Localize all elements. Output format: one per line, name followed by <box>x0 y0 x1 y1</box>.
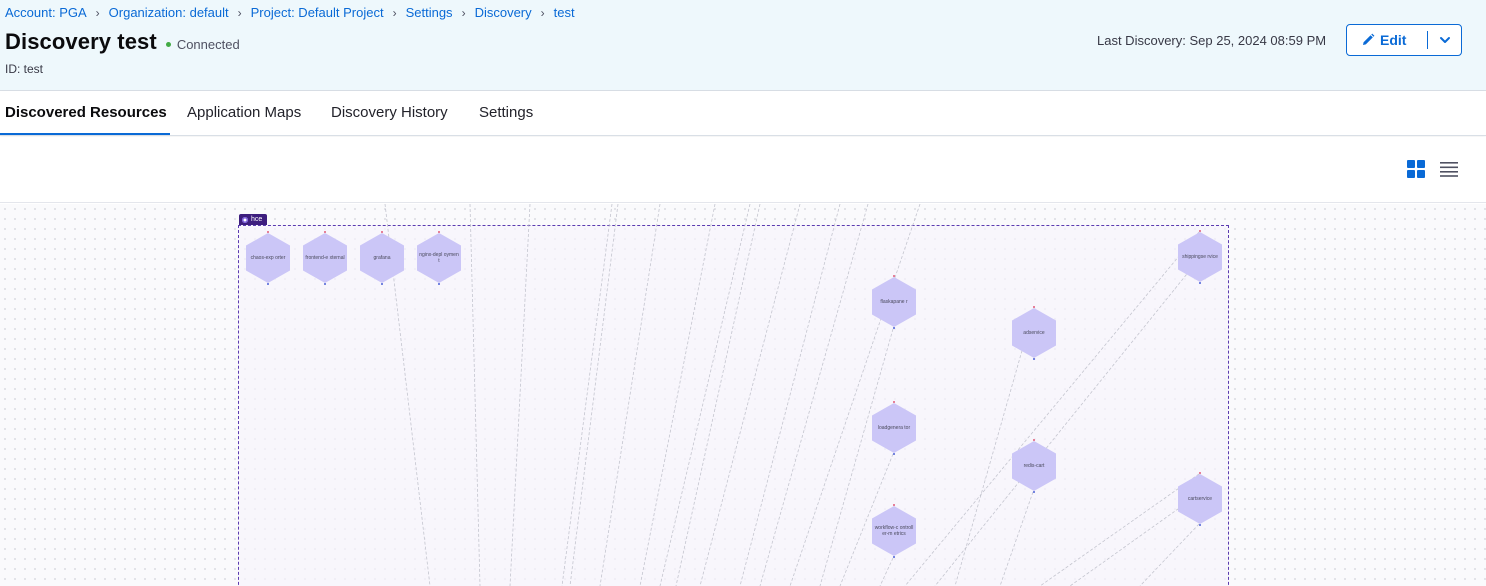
node-label: grafana <box>373 255 391 261</box>
node-port <box>1199 230 1201 232</box>
service-node[interactable]: loadgenera tor <box>872 401 916 455</box>
chevron-right-icon: › <box>392 5 397 20</box>
list-view-icon <box>1440 162 1458 177</box>
chevron-right-icon: › <box>540 5 545 20</box>
page-title: Discovery test <box>5 29 157 54</box>
node-port <box>1199 282 1201 284</box>
title-row: Discovery test Connected <box>5 29 240 55</box>
node-port <box>1199 524 1201 526</box>
node-label: redis-cart <box>1023 463 1045 469</box>
breadcrumb: Account: PGA › Organization: default › P… <box>5 5 575 20</box>
breadcrumb-settings[interactable]: Settings <box>406 5 453 20</box>
node-label: flaskapane r <box>880 299 908 305</box>
service-node[interactable]: frontend-e xternal <box>303 231 347 285</box>
node-port <box>438 283 440 285</box>
pencil-icon <box>1363 33 1375 45</box>
node-label: loadgenera tor <box>877 425 911 431</box>
tab-bar: Discovered Resources Application Maps Di… <box>0 91 1486 136</box>
node-port <box>438 231 440 233</box>
node-port <box>381 283 383 285</box>
node-port <box>893 556 895 558</box>
chevron-right-icon: › <box>461 5 466 20</box>
service-node[interactable]: shippingse rvice <box>1178 230 1222 284</box>
chevron-right-icon: › <box>237 5 242 20</box>
edit-label: Edit <box>1380 32 1407 48</box>
node-label: adservice <box>1023 330 1045 336</box>
service-node[interactable]: flaskapane r <box>872 275 916 329</box>
tab-application-maps[interactable]: Application Maps <box>187 91 301 136</box>
status-text: Connected <box>176 37 240 52</box>
status-badge: Connected <box>165 37 240 52</box>
node-label: frontend-e xternal <box>305 255 345 261</box>
service-node[interactable]: cartservice <box>1178 472 1222 526</box>
grid-view-button[interactable] <box>1407 160 1427 180</box>
tab-discovery-history[interactable]: Discovery History <box>331 91 448 136</box>
service-node[interactable]: grafana <box>360 231 404 285</box>
service-node[interactable]: workflow-c ontroller-m etrics <box>872 504 916 558</box>
breadcrumb-test[interactable]: test <box>554 5 575 20</box>
graph-edges <box>384 204 1200 586</box>
status-dot-icon <box>165 42 171 47</box>
node-port <box>893 453 895 455</box>
node-port <box>1033 491 1035 493</box>
service-node[interactable]: adservice <box>1012 306 1056 360</box>
breadcrumb-discovery[interactable]: Discovery <box>475 5 532 20</box>
node-port <box>1199 472 1201 474</box>
page-header: Account: PGA › Organization: default › P… <box>0 0 1486 91</box>
node-port <box>893 504 895 506</box>
grid-view-icon <box>1407 160 1425 178</box>
chevron-right-icon: › <box>95 5 100 20</box>
node-port <box>893 275 895 277</box>
node-label: shippingse rvice <box>1182 254 1218 260</box>
node-label: cartservice <box>1187 496 1213 502</box>
node-port <box>267 231 269 233</box>
node-port <box>893 327 895 329</box>
resource-graph-canvas[interactable]: hce chaos-exp orter frontend-e xternal g… <box>0 204 1486 586</box>
node-port <box>381 231 383 233</box>
node-port <box>267 283 269 285</box>
breadcrumb-account[interactable]: Account: PGA <box>5 5 87 20</box>
service-node[interactable]: nginx-depl oyment <box>417 231 461 285</box>
node-port <box>1033 358 1035 360</box>
chevron-down-icon <box>1439 37 1450 43</box>
node-port <box>1033 306 1035 308</box>
service-node[interactable]: chaos-exp orter <box>246 231 290 285</box>
discovery-id: ID: test <box>5 62 44 76</box>
edit-button[interactable]: Edit <box>1347 25 1427 55</box>
view-toolbar <box>0 137 1486 203</box>
edit-split-button: Edit <box>1346 24 1462 56</box>
active-tab-indicator <box>0 133 170 135</box>
edit-dropdown-button[interactable] <box>1428 25 1461 55</box>
breadcrumb-organization[interactable]: Organization: default <box>109 5 229 20</box>
node-label: workflow-c ontroller-m etrics <box>874 525 914 537</box>
tab-discovered-resources[interactable]: Discovered Resources <box>5 91 167 136</box>
node-port <box>893 401 895 403</box>
list-view-button[interactable] <box>1440 161 1460 181</box>
node-port <box>324 231 326 233</box>
tab-settings[interactable]: Settings <box>479 91 533 136</box>
last-discovery-timestamp: Last Discovery: Sep 25, 2024 08:59 PM <box>1097 33 1327 48</box>
node-label: chaos-exp orter <box>250 255 286 261</box>
node-label: nginx-depl oyment <box>419 252 459 264</box>
breadcrumb-project[interactable]: Project: Default Project <box>251 5 384 20</box>
node-port <box>1033 439 1035 441</box>
service-node[interactable]: redis-cart <box>1012 439 1056 493</box>
node-port <box>324 283 326 285</box>
